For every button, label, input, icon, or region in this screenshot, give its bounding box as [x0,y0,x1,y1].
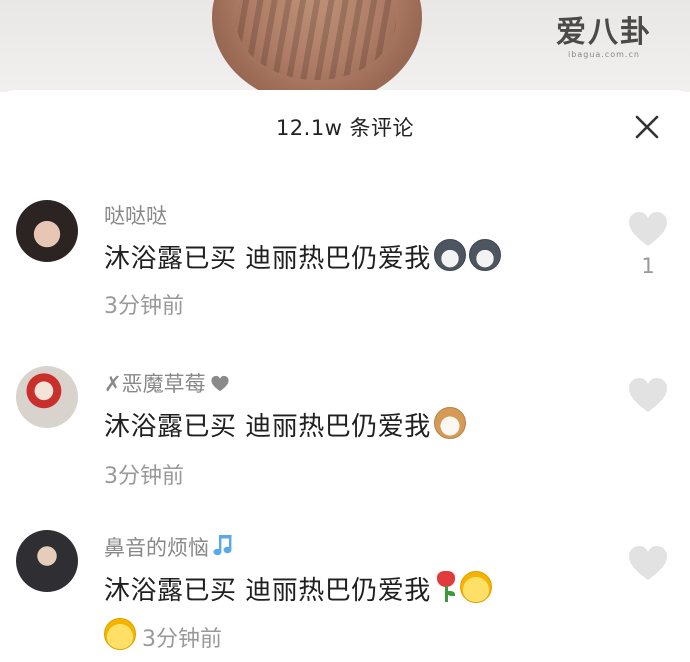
like-count: 1 [641,254,655,278]
avatar[interactable] [16,530,78,592]
comment-username[interactable]: ✗恶魔草莓 [104,368,230,398]
close-button[interactable] [630,110,664,144]
comment-time: 3分钟前 [104,464,184,489]
comment-text: 沐浴露已买 迪丽热巴仍爱我 [104,406,466,443]
like-button[interactable] [626,376,670,416]
laughing-face-icon [104,618,136,650]
comment-username[interactable]: 哒哒哒 [104,200,167,230]
comments-count-title: 12.1w 条评论 [275,116,415,140]
comment-time: 3分钟前 [104,294,184,319]
heart-icon [629,546,667,580]
comment-username[interactable]: 鼻音的烦恼 [104,532,235,562]
like-button[interactable] [626,544,670,584]
comment-time-row: 3分钟前 [104,618,222,653]
rose-icon [435,571,457,603]
avatar[interactable] [16,366,78,428]
close-icon [635,115,659,139]
like-button[interactable] [626,210,670,250]
heart-symbol-icon [211,375,229,392]
comments-sheet: 12.1w 条评论 哒哒哒 沐浴露已买 迪丽热巴仍爱我 3分钟前 1 ✗恶魔草莓… [0,90,690,662]
watermark-logo: 爱八卦 ibagua.com.cn [544,16,664,64]
heart-icon [629,378,667,412]
comment-username-text: ✗恶魔草莓 [104,372,206,396]
comment-text: 沐浴露已买 迪丽热巴仍爱我 [104,570,492,607]
comment-username-text: 鼻音的烦恼 [104,536,209,560]
avatar[interactable] [16,200,78,262]
comment-time: 3分钟前 [142,627,222,652]
comment-text-body: 沐浴露已买 迪丽热巴仍爱我 [104,244,431,274]
comment-text-body: 沐浴露已买 迪丽热巴仍爱我 [104,576,431,606]
cat-icon [433,407,466,439]
husky-icon [433,239,466,271]
laughing-face-icon [459,571,492,603]
comment-text-body: 沐浴露已买 迪丽热巴仍爱我 [104,412,431,442]
husky-icon [468,239,501,271]
watermark-site: ibagua.com.cn [568,50,640,59]
comment-text: 沐浴露已买 迪丽热巴仍爱我 [104,238,501,275]
watermark-logo-text: 爱八卦 [556,15,652,50]
heart-icon [629,212,667,246]
music-note-icon [213,535,232,556]
